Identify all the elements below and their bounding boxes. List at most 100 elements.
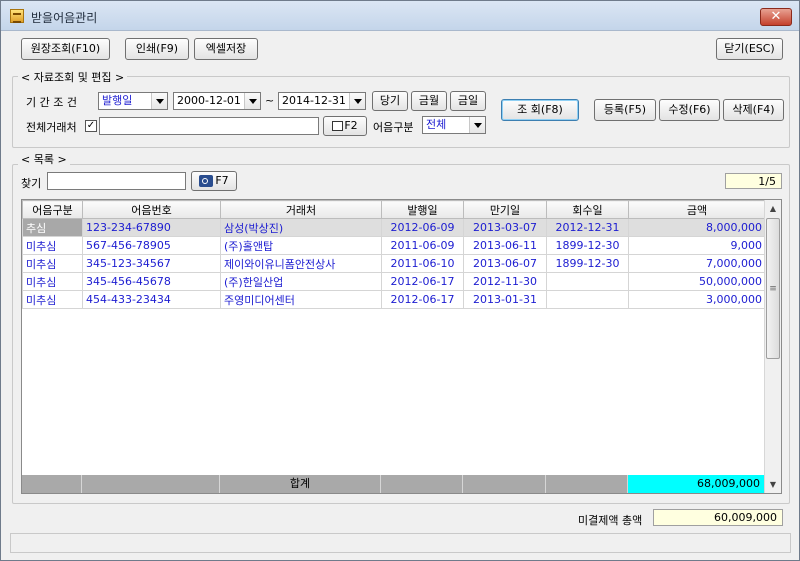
current-period-button[interactable]: 당기 — [372, 91, 408, 111]
cell-vendor[interactable]: 제이와이유니폼안전상사 — [220, 254, 382, 273]
empty-cell — [464, 399, 547, 417]
unsettled-total-value: 60,009,000 — [653, 509, 783, 526]
date-from-picker[interactable]: 2000-12-01 — [173, 92, 261, 110]
column-header-vendor[interactable]: 거래처 — [220, 200, 382, 219]
column-header-type[interactable]: 어음구분 — [22, 200, 83, 219]
date-to-picker[interactable]: 2014-12-31 — [278, 92, 366, 110]
empty-cell — [83, 309, 221, 327]
cell-issue-date[interactable]: 2011-06-09 — [381, 236, 464, 255]
cell-issue-date[interactable]: 2012-06-17 — [381, 272, 464, 291]
cell-number[interactable]: 454-433-23434 — [82, 290, 221, 309]
close-button[interactable]: 닫기(ESC) — [716, 38, 783, 60]
column-header-issue-date[interactable]: 발행일 — [381, 200, 464, 219]
cell-amount[interactable]: 8,000,000 — [628, 218, 766, 237]
cell-vendor[interactable]: (주)한일산업 — [220, 272, 382, 291]
cell-number[interactable]: 567-456-78905 — [82, 236, 221, 255]
summary-label: 합계 — [220, 475, 381, 493]
empty-cell — [83, 453, 221, 471]
title-bar: 받을어음관리 ✕ — [1, 1, 799, 31]
window-close-button[interactable]: ✕ — [760, 8, 792, 26]
cell-vendor[interactable]: 삼성(박상진) — [220, 218, 382, 237]
search-button[interactable]: 조 회(F8) — [501, 99, 579, 121]
this-month-button[interactable]: 금월 — [411, 91, 447, 111]
empty-cell — [23, 399, 83, 417]
cell-type[interactable]: 미추심 — [22, 290, 83, 309]
excel-save-button[interactable]: 엑셀저장 — [194, 38, 258, 60]
register-button[interactable]: 등록(F5) — [594, 99, 656, 121]
empty-cell — [547, 363, 629, 381]
cell-amount[interactable]: 3,000,000 — [628, 290, 766, 309]
empty-cell — [23, 309, 83, 327]
table-row[interactable]: 추심 123-234-67890 삼성(박상진) 2012-06-09 2013… — [22, 218, 766, 237]
cell-collected-date[interactable] — [546, 272, 629, 291]
today-button[interactable]: 금일 — [450, 91, 486, 111]
notes-receivable-window: 받을어음관리 ✕ 원장조회(F10) 인쇄(F9) 엑셀저장 닫기(ESC) <… — [0, 0, 800, 561]
note-type-select[interactable]: 전체 — [422, 116, 486, 134]
binoculars-icon — [199, 175, 214, 187]
table-row[interactable]: 미추심 454-433-23434 주영미디어센터 2012-06-17 201… — [22, 290, 766, 309]
cell-collected-date[interactable] — [546, 290, 629, 309]
cell-collected-date[interactable]: 1899-12-30 — [546, 236, 629, 255]
empty-cell — [629, 309, 766, 327]
cell-number[interactable]: 123-234-67890 — [82, 218, 221, 237]
cell-amount[interactable]: 7,000,000 — [628, 254, 766, 273]
period-label: 기 간 조 건 — [26, 96, 77, 109]
empty-cell — [464, 309, 547, 327]
summary-total-amount: 68,009,000 — [628, 475, 765, 493]
cell-due-date[interactable]: 2012-11-30 — [463, 272, 547, 291]
cell-type[interactable]: 추심 — [22, 218, 83, 237]
chevron-down-icon — [151, 93, 167, 109]
scroll-up-icon[interactable]: ▲ — [765, 200, 781, 217]
cell-number[interactable]: 345-123-34567 — [82, 254, 221, 273]
delete-button[interactable]: 삭제(F4) — [723, 99, 784, 121]
print-button[interactable]: 인쇄(F9) — [125, 38, 189, 60]
scroll-thumb[interactable]: ≡ — [766, 218, 780, 359]
cell-vendor[interactable]: 주영미디어센터 — [220, 290, 382, 309]
empty-row — [23, 363, 766, 381]
cell-type[interactable]: 미추심 — [22, 254, 83, 273]
cell-issue-date[interactable]: 2011-06-10 — [381, 254, 464, 273]
empty-cell — [83, 381, 221, 399]
find-input[interactable] — [47, 172, 186, 190]
cell-due-date[interactable]: 2013-06-07 — [463, 254, 547, 273]
empty-cell — [83, 345, 221, 363]
cell-collected-date[interactable]: 2012-12-31 — [546, 218, 629, 237]
table-row[interactable]: 미추심 567-456-78905 (주)홀앤탑 2011-06-09 2013… — [22, 236, 766, 255]
all-vendor-checkbox[interactable]: ✓ — [85, 120, 97, 132]
table-row[interactable]: 미추심 345-456-45678 (주)한일산업 2012-06-17 201… — [22, 272, 766, 291]
table-header-row: 어음구분 어음번호 거래처 발행일 만기일 회수일 금액 — [22, 200, 766, 219]
empty-cell — [83, 435, 221, 453]
lookup-arrow-icon — [332, 121, 344, 131]
vendor-input[interactable] — [99, 117, 319, 135]
ledger-inquiry-button[interactable]: 원장조회(F10) — [21, 38, 110, 60]
empty-cell — [464, 363, 547, 381]
column-header-number[interactable]: 어음번호 — [82, 200, 221, 219]
empty-cell — [464, 453, 547, 471]
date-range-separator: ~ — [265, 94, 275, 107]
cell-due-date[interactable]: 2013-06-11 — [463, 236, 547, 255]
cell-type[interactable]: 미추심 — [22, 272, 83, 291]
cell-type[interactable]: 미추심 — [22, 236, 83, 255]
find-button[interactable]: F7 — [191, 171, 237, 191]
cell-collected-date[interactable]: 1899-12-30 — [546, 254, 629, 273]
app-icon — [10, 9, 24, 23]
period-type-select[interactable]: 발행일 — [98, 92, 168, 110]
cell-due-date[interactable]: 2013-01-31 — [463, 290, 547, 309]
edit-button[interactable]: 수정(F6) — [659, 99, 720, 121]
column-header-collected-date[interactable]: 회수일 — [546, 200, 629, 219]
vendor-lookup-button[interactable]: F2 — [323, 116, 367, 136]
vertical-scrollbar[interactable]: ▲ ≡ ▼ — [764, 200, 781, 493]
empty-cell — [23, 453, 83, 471]
cell-number[interactable]: 345-456-45678 — [82, 272, 221, 291]
cell-issue-date[interactable]: 2012-06-09 — [381, 218, 464, 237]
scroll-down-icon[interactable]: ▼ — [765, 476, 781, 493]
cell-amount[interactable]: 50,000,000 — [628, 272, 766, 291]
cell-vendor[interactable]: (주)홀앤탑 — [220, 236, 382, 255]
column-header-due-date[interactable]: 만기일 — [463, 200, 547, 219]
column-header-amount[interactable]: 금액 — [628, 200, 766, 219]
cell-issue-date[interactable]: 2012-06-17 — [381, 290, 464, 309]
cell-amount[interactable]: 9,000 — [628, 236, 766, 255]
cell-due-date[interactable]: 2013-03-07 — [463, 218, 547, 237]
table-row[interactable]: 미추심 345-123-34567 제이와이유니폼안전상사 2011-06-10… — [22, 254, 766, 273]
query-group-title: < 자료조회 및 편집 > — [18, 69, 128, 85]
